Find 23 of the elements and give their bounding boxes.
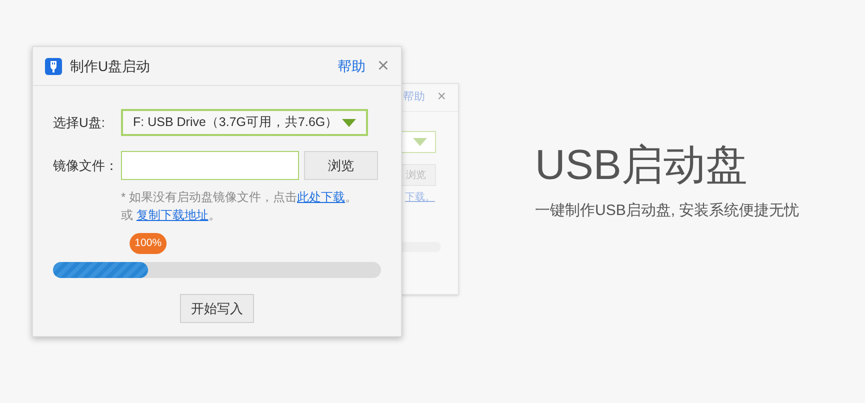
window-title: 制作U盘启动 (70, 56, 150, 76)
help-link[interactable]: 帮助 (337, 56, 366, 76)
hint-period: 。 (208, 208, 220, 222)
download-link[interactable]: 此处下载 (297, 190, 346, 204)
hero-title: USB启动盘 (535, 140, 748, 190)
progress-badge: 100% (130, 233, 167, 254)
hero-subtitle: 一键制作USB启动盘, 安装系统便捷无忧 (535, 201, 800, 221)
image-file-label: 镜像文件： (53, 156, 119, 175)
caret-icon (342, 118, 356, 126)
hint-text: * 如果没有启动盘镜像文件，点击 (121, 190, 298, 204)
or-text: 或 (121, 208, 134, 222)
close-button[interactable]: × (377, 56, 389, 76)
image-file-field[interactable] (121, 151, 299, 180)
usb-icon (45, 58, 62, 74)
dropdown-value: F: USB Drive（3.7G可用，共7.6G） (133, 114, 338, 132)
browse-button[interactable]: 浏览 (304, 151, 378, 180)
copy-link[interactable]: 复制下载地址 (136, 208, 208, 222)
drive-label: 选择U盘: (53, 114, 106, 132)
close-button[interactable]: × (437, 86, 446, 109)
start-button[interactable]: 开始写入 (180, 294, 254, 323)
drive-dropdown[interactable]: F: USB Drive（3.7G可用，共7.6G） (121, 109, 368, 136)
caret-icon (413, 138, 427, 146)
hint-period: 。 (345, 190, 358, 204)
